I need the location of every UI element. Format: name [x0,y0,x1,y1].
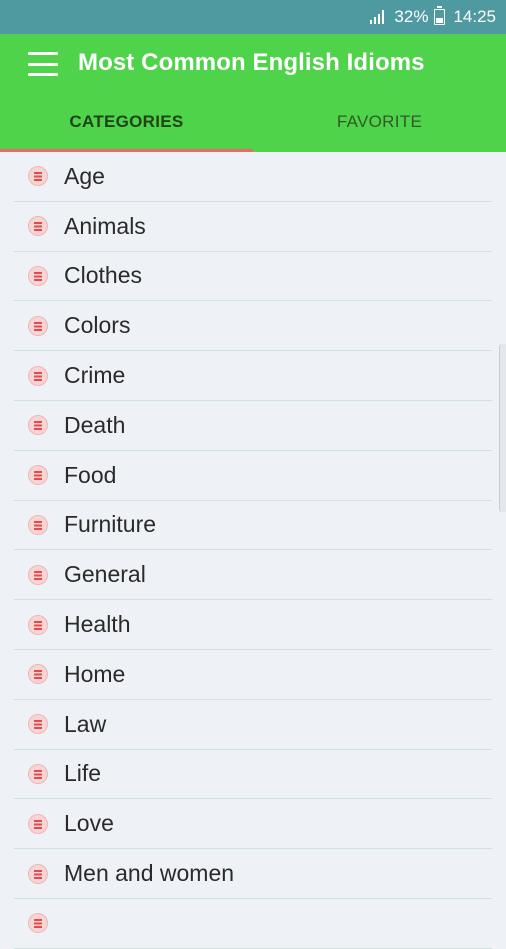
list-item-label: General [64,561,146,588]
list-item[interactable]: Food [14,451,492,501]
list-item[interactable]: Animals [14,202,492,252]
tab-favorite[interactable]: FAVORITE [253,92,506,152]
battery-icon [434,6,446,25]
list-item-label: Animals [64,212,146,239]
list-icon [28,216,48,237]
list-item-label: Life [64,760,102,787]
list-item[interactable]: Health [14,600,492,650]
list-icon [28,664,48,685]
list-icon [28,315,48,336]
clock: 14:25 [453,7,496,26]
list-item-label: Death [64,411,126,438]
list-item-label: Age [64,162,105,189]
signal-icon [370,10,385,24]
list-icon [28,465,48,486]
list-item[interactable] [14,899,492,949]
list-item[interactable]: Crime [14,351,492,401]
list-item[interactable]: Law [14,700,492,750]
status-bar: 32% 14:25 [0,0,506,34]
list-item-label: Men and women [64,860,235,887]
list-icon [28,614,48,635]
list-item[interactable]: Men and women [14,849,492,899]
tab-categories[interactable]: CATEGORIES [0,92,253,152]
list-icon [28,813,48,834]
scrollbar-handle[interactable] [499,344,506,512]
list-item[interactable]: Clothes [14,252,492,302]
list-item-label: Crime [64,362,126,389]
app-bar: Most Common English Idioms CATEGORIES FA… [0,34,506,152]
list-item[interactable]: Love [14,799,492,850]
list-item[interactable]: Colors [14,301,492,352]
list-item[interactable]: General [14,550,492,601]
list-item[interactable]: Death [14,401,492,451]
list-icon [28,913,48,934]
menu-icon[interactable] [28,52,58,76]
list-icon [28,863,48,884]
tab-bar: CATEGORIES FAVORITE [0,92,506,152]
list-icon [28,564,48,585]
list-icon [28,415,48,436]
list-icon [28,714,48,735]
list-item-label: Furniture [64,511,157,538]
category-list: Age Animals Clothes Colors Crime Death F… [14,152,492,949]
list-icon [28,763,48,784]
list-item-label: Home [64,660,126,687]
battery-percent: 32% [394,7,429,26]
list-icon [28,365,48,386]
list-item-label: Colors [64,312,131,339]
list-item-label: Clothes [64,262,142,289]
list-icon [28,265,48,286]
list-item-label: Law [64,710,107,737]
list-icon [28,514,48,535]
list-item[interactable]: Home [14,650,492,700]
list-item-label: Health [64,611,131,638]
list-icon [28,166,48,187]
list-item[interactable]: Furniture [14,501,492,551]
list-item-label: Food [64,461,117,488]
list-item[interactable]: Life [14,750,492,800]
app-title: Most Common English Idioms [78,49,425,76]
list-item[interactable]: Age [14,152,492,202]
list-item-label: Love [64,810,114,837]
